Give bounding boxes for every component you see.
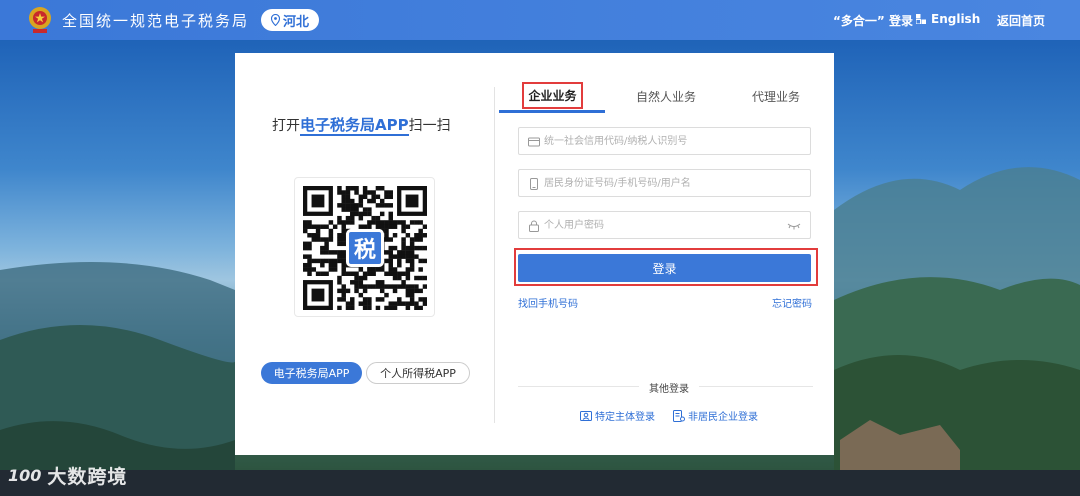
scan-app-name: 电子税务局APP — [300, 116, 409, 136]
region-selector[interactable]: 河北 — [261, 9, 319, 31]
non-resident-login-link[interactable]: 非居民企业登录 — [673, 408, 758, 423]
language-icon — [916, 14, 926, 24]
qr-code: 税 — [294, 177, 435, 317]
eye-closed-icon[interactable] — [787, 222, 801, 230]
qr-logo-icon: 税 — [346, 229, 384, 267]
lock-icon — [529, 220, 539, 232]
top-header: 全国统一规范电子税务局 河北 “多合一” 登录 English 返回首页 — [0, 0, 1080, 40]
english-link[interactable]: English — [916, 12, 980, 26]
active-tab-underline — [499, 110, 605, 113]
find-phone-link[interactable]: 找回手机号码 — [518, 295, 578, 310]
unified-login-link[interactable]: “多合一” 登录 — [833, 12, 913, 29]
login-button[interactable]: 登录 — [518, 254, 811, 282]
watermark: 100 大数跨境 — [8, 462, 127, 489]
login-card: 打开电子税务局APP扫一扫 税 电子税务局APP 个人所得税APP 企业业务 自… — [235, 53, 834, 455]
location-pin-icon — [270, 14, 280, 26]
region-label: 河北 — [282, 14, 309, 30]
password-input[interactable] — [544, 212, 784, 238]
tab-agent[interactable]: 代理业务 — [752, 88, 800, 105]
account-field[interactable] — [518, 169, 811, 197]
account-input[interactable] — [544, 170, 784, 196]
home-link[interactable]: 返回首页 — [997, 12, 1045, 29]
id-card-icon — [528, 137, 540, 147]
tax-app-button[interactable]: 电子税务局APP — [261, 362, 362, 384]
bottom-bar — [0, 470, 1080, 496]
watermark-text: 大数跨境 — [47, 466, 128, 488]
specific-entity-icon — [580, 410, 592, 421]
non-resident-label: 非居民企业登录 — [688, 412, 758, 423]
forgot-password-link[interactable]: 忘记密码 — [772, 295, 812, 310]
site-title: 全国统一规范电子税务局 — [62, 12, 250, 30]
scan-instruction: 打开电子税务局APP扫一扫 — [272, 114, 451, 136]
scan-suffix: 扫一扫 — [408, 118, 451, 134]
national-emblem-icon — [29, 7, 51, 33]
vertical-divider — [494, 87, 495, 423]
password-field[interactable] — [518, 211, 811, 239]
tab-individual[interactable]: 自然人业务 — [636, 88, 696, 105]
watermark-logo: 100 — [8, 466, 42, 485]
specific-entity-login-link[interactable]: 特定主体登录 — [580, 408, 655, 423]
scan-prefix: 打开 — [272, 118, 300, 134]
non-resident-icon — [673, 409, 685, 422]
credit-code-field[interactable] — [518, 127, 811, 155]
credit-code-input[interactable] — [544, 128, 784, 154]
specific-entity-label: 特定主体登录 — [595, 412, 655, 423]
english-label: English — [931, 12, 981, 26]
phone-icon — [530, 178, 538, 190]
iit-app-button[interactable]: 个人所得税APP — [366, 362, 470, 384]
other-login-label: 其他登录 — [639, 380, 699, 395]
tab-enterprise[interactable]: 企业业务 — [522, 82, 583, 109]
